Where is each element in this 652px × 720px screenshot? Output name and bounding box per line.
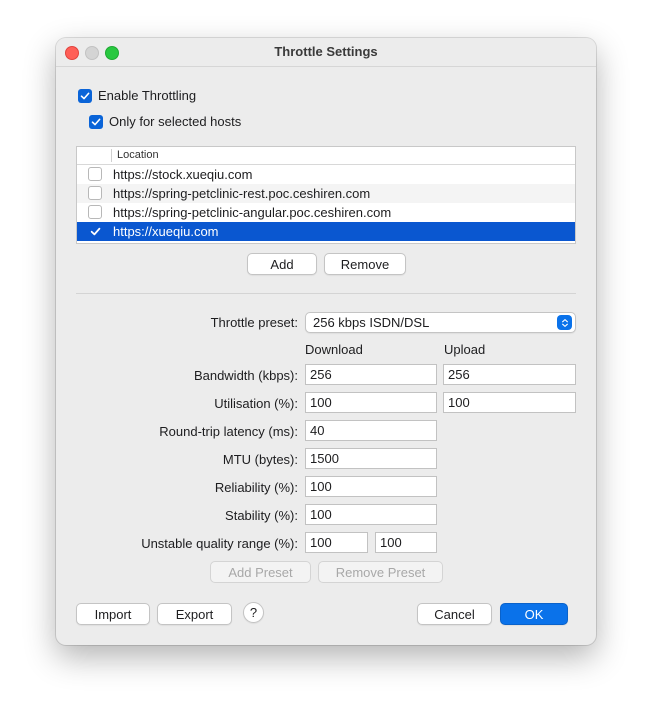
location-column-header[interactable]: Location <box>117 149 159 161</box>
unstable-range-label: Unstable quality range (%): <box>141 536 298 551</box>
table-row-selected[interactable]: https://xueqiu.com <box>77 222 575 241</box>
bandwidth-upload-field[interactable]: 256 <box>443 364 576 385</box>
add-host-button[interactable]: Add <box>247 253 317 275</box>
table-row[interactable]: https://stock.xueqiu.com <box>77 165 575 184</box>
host-location: https://stock.xueqiu.com <box>113 167 253 182</box>
row-checkbox[interactable] <box>88 167 102 181</box>
bandwidth-download-field[interactable]: 256 <box>305 364 437 385</box>
latency-field[interactable]: 40 <box>305 420 437 441</box>
utilisation-label: Utilisation (%): <box>214 396 298 411</box>
window-title: Throttle Settings <box>274 44 378 59</box>
column-divider <box>111 149 112 162</box>
stability-label: Stability (%): <box>225 508 298 523</box>
table-row[interactable]: https://spring-petclinic-rest.poc.ceshir… <box>77 184 575 203</box>
help-button[interactable]: ? <box>243 602 264 623</box>
latency-label: Round-trip latency (ms): <box>159 424 298 439</box>
add-preset-button[interactable]: Add Preset <box>210 561 311 583</box>
enable-throttling-checkbox[interactable]: Enable Throttling <box>78 88 196 103</box>
table-header: Location <box>77 147 575 165</box>
throttle-preset-select[interactable]: 256 kbps ISDN/DSL <box>305 312 576 333</box>
mtu-label: MTU (bytes): <box>222 452 298 467</box>
utilisation-upload-field[interactable]: 100 <box>443 392 576 413</box>
remove-preset-button[interactable]: Remove Preset <box>318 561 443 583</box>
checkmark-icon <box>78 88 92 103</box>
utilisation-download-field[interactable]: 100 <box>305 392 437 413</box>
remove-host-button[interactable]: Remove <box>324 253 406 275</box>
stability-field[interactable]: 100 <box>305 504 437 525</box>
cancel-button[interactable]: Cancel <box>417 603 492 625</box>
checkmark-icon <box>90 227 100 235</box>
title-bar: Throttle Settings <box>56 38 596 67</box>
only-selected-hosts-checkbox[interactable]: Only for selected hosts <box>89 114 241 129</box>
table-row[interactable]: https://spring-petclinic-angular.poc.ces… <box>77 203 575 222</box>
host-location: https://spring-petclinic-rest.poc.ceshir… <box>113 186 371 201</box>
row-checkbox[interactable] <box>88 205 102 219</box>
throttle-settings-dialog: Throttle Settings Enable Throttling Only… <box>56 38 596 645</box>
unstable-range-max-field[interactable]: 100 <box>375 532 437 553</box>
hosts-table[interactable]: Location https://stock.xueqiu.com https:… <box>76 146 576 244</box>
section-divider <box>76 293 576 294</box>
only-selected-hosts-label: Only for selected hosts <box>109 114 242 129</box>
reliability-label: Reliability (%): <box>214 480 298 495</box>
host-location: https://spring-petclinic-angular.poc.ces… <box>113 205 392 220</box>
upload-column-label: Upload <box>444 342 486 357</box>
checkmark-icon <box>89 114 103 129</box>
ok-button[interactable]: OK <box>500 603 568 625</box>
download-column-label: Download <box>305 342 363 357</box>
host-location: https://xueqiu.com <box>113 224 219 239</box>
bandwidth-label: Bandwidth (kbps): <box>193 368 298 383</box>
chevron-up-down-icon <box>557 315 572 330</box>
unstable-range-min-field[interactable]: 100 <box>305 532 368 553</box>
throttle-preset-label: Throttle preset: <box>210 315 298 330</box>
row-checkbox[interactable] <box>88 186 102 200</box>
mtu-field[interactable]: 1500 <box>305 448 437 469</box>
enable-throttling-label: Enable Throttling <box>98 88 197 103</box>
export-button[interactable]: Export <box>157 603 232 625</box>
throttle-preset-value: 256 kbps ISDN/DSL <box>313 315 430 330</box>
import-button[interactable]: Import <box>76 603 150 625</box>
reliability-field[interactable]: 100 <box>305 476 437 497</box>
row-checkbox[interactable] <box>88 224 102 238</box>
